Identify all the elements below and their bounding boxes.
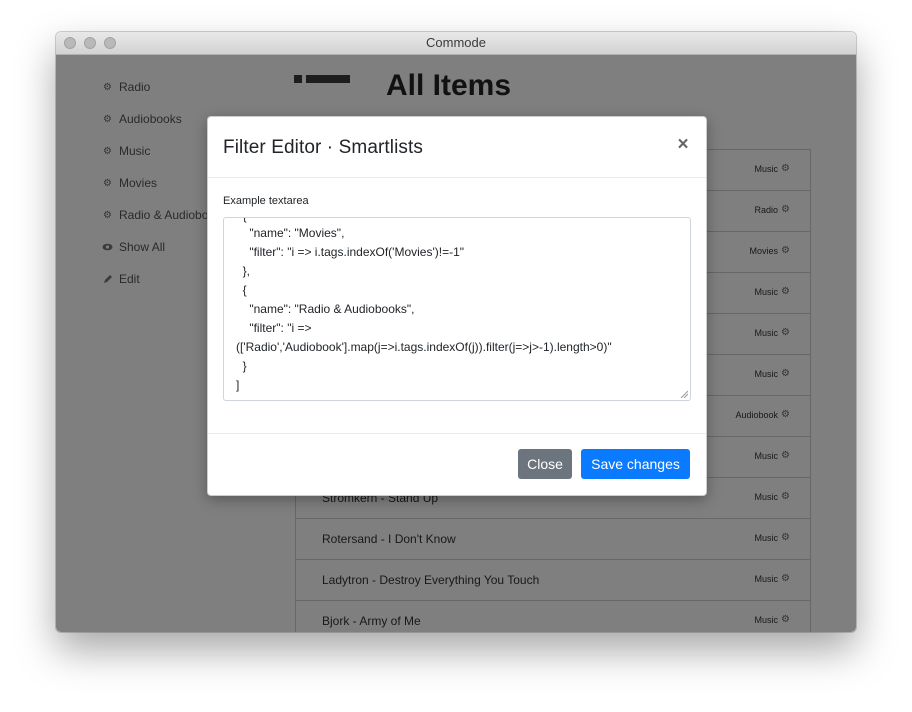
code-line: {	[236, 283, 247, 297]
modal-title: Filter Editor · Smartlists	[223, 137, 424, 158]
code-line: "filter": "i =>	[236, 321, 312, 335]
app-content: ⚙ Radio ⚙ Audiobooks ⚙ Music ⚙ Movies ⚙ …	[56, 55, 856, 632]
resize-handle-icon[interactable]	[680, 390, 688, 398]
title-bar: Commode	[56, 32, 856, 55]
code-line: (['Radio','Audiobook'].map(j=>i.tags.ind…	[236, 340, 612, 354]
close-window-button[interactable]	[64, 37, 76, 49]
textarea-label: Example textarea	[223, 195, 309, 207]
code-line: {	[236, 218, 247, 223]
app-window: Commode ⚙ Radio ⚙ Audiobooks ⚙ Music ⚙ M…	[56, 32, 856, 632]
code-line: "filter": "i => i.tags.indexOf('Movies')…	[236, 245, 465, 259]
zoom-window-button[interactable]	[104, 37, 116, 49]
window-title: Commode	[426, 35, 486, 50]
filter-editor-modal: Filter Editor · Smartlists × Example tex…	[207, 116, 707, 496]
code-line: "name": "Radio & Audiobooks",	[236, 302, 415, 316]
save-changes-button[interactable]: Save changes	[581, 449, 690, 479]
code-line: "name": "Movies",	[236, 226, 345, 240]
code-line: }	[236, 359, 247, 373]
modal-footer-divider	[208, 433, 706, 434]
close-button[interactable]: Close	[518, 449, 572, 479]
modal-header-divider	[208, 177, 706, 178]
filter-textarea[interactable]: { "name": "Movies", "filter": "i => i.ta…	[223, 217, 691, 401]
code-line: },	[236, 264, 251, 278]
minimize-window-button[interactable]	[84, 37, 96, 49]
code-line: ]	[236, 378, 240, 392]
close-icon[interactable]: ×	[675, 135, 691, 155]
